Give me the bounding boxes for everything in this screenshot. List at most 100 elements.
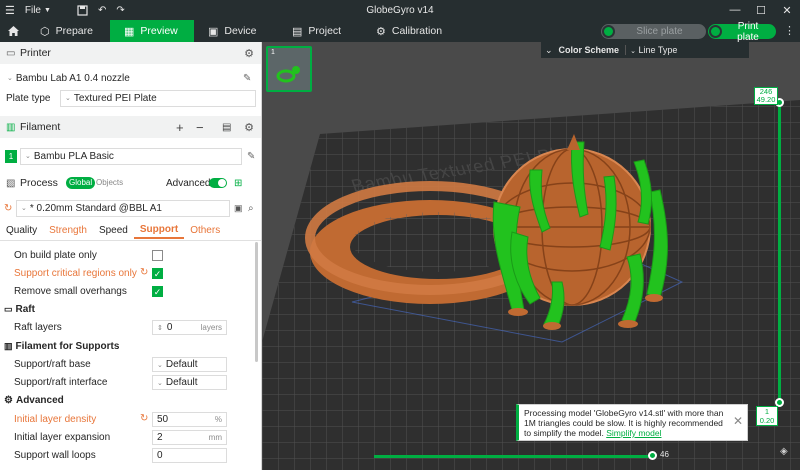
reset-icon[interactable]: ↻ bbox=[140, 413, 148, 424]
slice-plate-button[interactable]: Slice plate bbox=[601, 24, 706, 39]
process-icon: ▧ bbox=[6, 177, 16, 189]
on-build-plate-only-checkbox[interactable] bbox=[152, 250, 163, 261]
subtab-others[interactable]: Others bbox=[184, 222, 226, 239]
compare-icon[interactable]: ⊞ bbox=[234, 178, 242, 189]
calibration-icon: ⚙ bbox=[376, 25, 386, 38]
toggle-knob-icon bbox=[218, 179, 226, 187]
settings-scrollbar[interactable] bbox=[255, 242, 258, 362]
layer-top-readout: 246 49.20 bbox=[754, 87, 778, 105]
process-section-label: Process bbox=[20, 177, 58, 189]
plate-thumbnail[interactable]: 1 bbox=[266, 46, 312, 92]
collapse-icon[interactable]: ⌄ bbox=[545, 45, 553, 56]
layer-slider-track[interactable] bbox=[778, 102, 781, 407]
raft-heading: ▭ Raft bbox=[4, 304, 35, 315]
layer-bottom-height: 0.20 bbox=[759, 416, 775, 425]
objects-toggle[interactable]: Objects bbox=[96, 177, 123, 189]
toggle-dot-icon bbox=[602, 25, 615, 38]
advanced-heading-label: Advanced bbox=[15, 395, 64, 406]
save-preset-icon[interactable]: ▣ bbox=[234, 203, 243, 214]
support-raft-interface-select[interactable]: ⌄ Default bbox=[152, 375, 227, 390]
filament-settings-gear-icon[interactable]: ⚙ bbox=[244, 121, 254, 134]
subtab-strength[interactable]: Strength bbox=[43, 222, 93, 239]
color-scheme-select[interactable]: ⌄ Line Type bbox=[625, 45, 678, 55]
on-build-plate-only-label: On build plate only bbox=[14, 250, 97, 261]
chevron-down-icon: ⌄ bbox=[65, 95, 71, 102]
reset-icon[interactable]: ↻ bbox=[140, 267, 148, 278]
color-scheme-label: Color Scheme bbox=[558, 45, 620, 55]
device-icon: ▣ bbox=[208, 25, 219, 38]
tab-preview-label: Preview bbox=[140, 25, 178, 37]
home-button[interactable] bbox=[0, 20, 26, 42]
raft-icon: ▭ bbox=[4, 304, 13, 314]
raft-layers-input[interactable]: ⇕ 0 layers bbox=[152, 320, 227, 335]
app-menu-button[interactable]: ☰ bbox=[0, 0, 20, 20]
preview-viewport[interactable]: Bambu Textured PEI Plate 1 ⌄ Color Schem… bbox=[262, 42, 800, 470]
process-section-header: ▧ Process Global Objects Advanced ⊞ bbox=[0, 172, 261, 194]
add-filament-icon[interactable]: + bbox=[176, 120, 184, 135]
tab-calibration-label: Calibration bbox=[391, 25, 443, 37]
move-slider-value: 46 bbox=[660, 450, 669, 459]
more-options-icon[interactable]: ⋮ bbox=[784, 24, 795, 37]
close-button[interactable]: ✕ bbox=[774, 0, 800, 20]
tab-calibration[interactable]: ⚙ Calibration bbox=[362, 20, 462, 42]
tab-preview[interactable]: ▦ Preview bbox=[110, 20, 194, 42]
initial-layer-expansion-label: Initial layer expansion bbox=[14, 432, 111, 443]
reset-icon[interactable]: ↻ bbox=[4, 203, 12, 214]
chevron-down-icon: ⌄ bbox=[7, 75, 13, 82]
remove-filament-icon[interactable]: − bbox=[196, 120, 204, 135]
layer-top-height: 49.20 bbox=[756, 95, 776, 104]
maximize-button[interactable]: ☐ bbox=[748, 0, 774, 20]
filament-sync-icon[interactable]: ▤ bbox=[222, 122, 231, 133]
edit-icon[interactable]: ✎ bbox=[247, 151, 255, 162]
search-icon[interactable]: ⌕ bbox=[248, 203, 254, 214]
project-icon: ▤ bbox=[292, 25, 303, 38]
simplify-model-link[interactable]: Simplify model bbox=[606, 428, 661, 438]
process-preset-select[interactable]: ⌄ * 0.20mm Standard @BBL A1 bbox=[16, 199, 230, 217]
tab-device[interactable]: ▣ Device bbox=[194, 20, 278, 42]
save-button[interactable] bbox=[72, 0, 93, 20]
move-slider-track[interactable] bbox=[374, 455, 654, 458]
minimize-button[interactable]: — bbox=[722, 0, 748, 20]
close-icon[interactable]: ✕ bbox=[733, 415, 743, 427]
remove-small-overhangs-checkbox[interactable]: ✓ bbox=[152, 286, 163, 297]
filament-icon: ▥ bbox=[4, 341, 13, 351]
tab-prepare[interactable]: ⬡ Prepare bbox=[26, 20, 110, 42]
preview-icon: ▦ bbox=[124, 25, 135, 38]
printer-settings-gear-icon[interactable]: ⚙ bbox=[244, 47, 254, 60]
filament-select[interactable]: ⌄ Bambu PLA Basic bbox=[20, 147, 242, 165]
layers-icon[interactable]: ◈ bbox=[780, 446, 788, 457]
plate-type-label: Plate type bbox=[6, 92, 51, 104]
layer-bottom-index: 1 bbox=[764, 407, 770, 416]
color-scheme-bar[interactable]: ⌄ Color Scheme ⌄ Line Type bbox=[541, 42, 749, 58]
printer-select[interactable]: ⌄ Bambu Lab A1 0.4 nozzle bbox=[3, 69, 239, 87]
stepper-icon: ⇕ bbox=[157, 324, 163, 332]
initial-layer-expansion-input[interactable]: 2 mm bbox=[152, 430, 227, 445]
undo-button[interactable]: ↶ bbox=[93, 0, 111, 20]
initial-layer-density-label: Initial layer density bbox=[14, 414, 97, 425]
advanced-toggle[interactable] bbox=[209, 178, 227, 188]
print-plate-button[interactable]: Print plate bbox=[708, 21, 776, 43]
subtab-speed[interactable]: Speed bbox=[93, 222, 134, 239]
subtab-quality[interactable]: Quality bbox=[0, 222, 43, 239]
global-toggle[interactable]: Global bbox=[66, 177, 96, 189]
initial-layer-density-input[interactable]: 50 % bbox=[152, 412, 227, 427]
support-wall-loops-input[interactable]: 0 bbox=[152, 448, 227, 463]
home-icon bbox=[7, 26, 19, 36]
file-menu[interactable]: File ▼ bbox=[20, 0, 56, 20]
move-slider-handle[interactable] bbox=[648, 451, 657, 460]
tab-prepare-label: Prepare bbox=[55, 25, 93, 37]
edit-icon[interactable]: ✎ bbox=[243, 73, 251, 84]
support-raft-base-select[interactable]: ⌄ Default bbox=[152, 357, 227, 372]
support-critical-regions-checkbox[interactable]: ✓ bbox=[152, 268, 163, 279]
support-raft-interface-label: Support/raft interface bbox=[14, 377, 108, 388]
save-icon bbox=[77, 4, 88, 16]
chevron-down-icon: ⌄ bbox=[157, 361, 163, 369]
chevron-down-icon: ⌄ bbox=[21, 205, 27, 212]
plate-type-select[interactable]: ⌄ Textured PEI Plate bbox=[60, 89, 256, 107]
process-subtabs: Quality Strength Speed Support Others bbox=[0, 222, 261, 239]
objects-label: Objects bbox=[96, 178, 124, 187]
redo-button[interactable]: ↷ bbox=[111, 0, 129, 20]
filament-for-supports-heading: ▥ Filament for Supports bbox=[4, 341, 119, 352]
subtab-support[interactable]: Support bbox=[133, 222, 185, 239]
tab-project[interactable]: ▤ Project bbox=[278, 20, 362, 42]
